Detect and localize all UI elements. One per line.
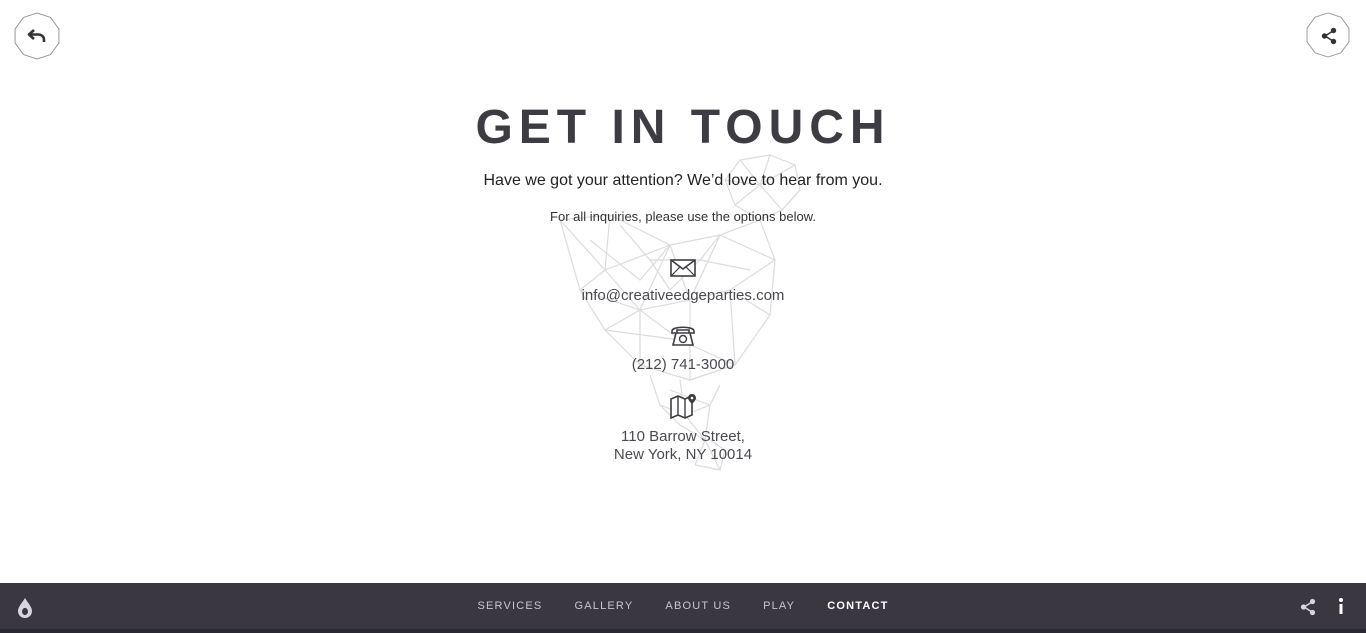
telephone-icon[interactable] — [669, 322, 697, 348]
logo-drop-icon[interactable] — [16, 597, 34, 619]
footer-nav: SERVICES GALLERY ABOUT US PLAY CONTACT — [0, 583, 1366, 629]
contact-page: GET IN TOUCH Have we got your attention?… — [0, 0, 1366, 633]
nav-play[interactable]: PLAY — [763, 600, 795, 612]
nav-services[interactable]: SERVICES — [477, 600, 542, 612]
undo-arrow-icon — [27, 28, 47, 44]
share-icon — [1320, 27, 1338, 45]
phone-link[interactable]: (212) 741-3000 — [0, 355, 1366, 375]
nav-about-us[interactable]: ABOUT US — [665, 600, 731, 612]
nav-contact[interactable]: CONTACT — [827, 600, 888, 612]
info-icon[interactable] — [1334, 597, 1348, 617]
page-subtitle: Have we got your attention? We’d love to… — [483, 172, 883, 189]
footer-bar: SERVICES GALLERY ABOUT US PLAY CONTACT — [0, 583, 1366, 633]
address-line-1[interactable]: 110 Barrow Street, — [0, 428, 1366, 446]
email-link[interactable]: info@creativeedgeparties.com — [0, 286, 1366, 306]
inquiries-note: For all inquiries, please use the option… — [550, 209, 816, 224]
envelope-icon[interactable] — [669, 257, 697, 279]
nav-gallery[interactable]: GALLERY — [574, 600, 633, 612]
share-icon[interactable] — [1299, 598, 1317, 616]
page-title: GET IN TOUCH — [475, 101, 891, 154]
back-button[interactable] — [13, 12, 61, 60]
share-button[interactable] — [1305, 12, 1353, 60]
address-line-2[interactable]: New York, NY 10014 — [0, 446, 1366, 464]
map-pin-icon[interactable] — [668, 392, 698, 420]
